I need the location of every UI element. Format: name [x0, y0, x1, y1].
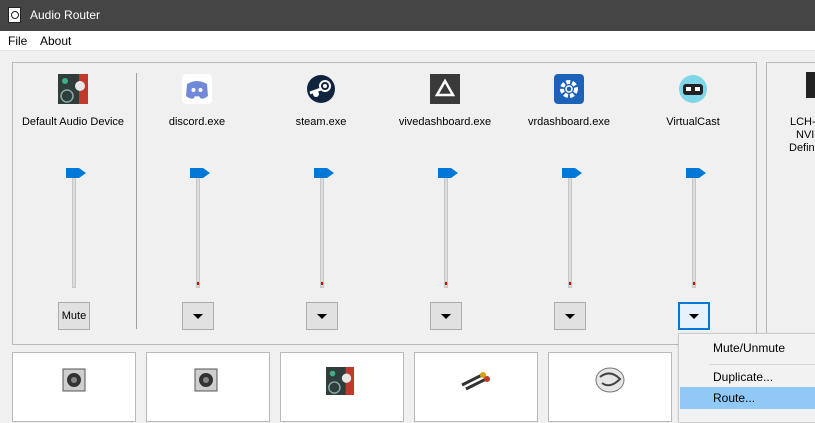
recording-device-card-4[interactable] — [414, 352, 538, 422]
recording-device-card-1[interactable] — [12, 352, 136, 422]
menu-item-mute-unmute[interactable]: Mute/Unmute — [680, 337, 815, 359]
context-menu: Mute/Unmute Duplicate... Route... — [678, 333, 815, 423]
chevron-down-icon — [689, 313, 699, 319]
virtualcast-menu-button[interactable] — [678, 302, 710, 330]
app-label-discord: discord.exe — [168, 116, 226, 128]
steam-peak-meter — [321, 282, 323, 285]
recording-device-card-3[interactable] — [280, 352, 404, 422]
default-device-mute-button[interactable]: Mute — [58, 302, 90, 330]
speaker-icon — [62, 368, 86, 392]
default-audio-device-label: Default Audio Device — [21, 116, 125, 128]
virtualcast-peak-meter — [693, 282, 695, 285]
menu-bar: File About — [0, 31, 815, 51]
right-device-label-line2: NVI — [796, 129, 815, 141]
right-device-label-line1: LCH- — [790, 116, 815, 128]
virtualcast-icon — [679, 75, 707, 103]
audio-cable-icon — [461, 372, 490, 391]
steam-menu-button[interactable] — [306, 302, 338, 330]
speaker-icon — [194, 368, 218, 392]
app-label-virtualcast: VirtualCast — [666, 116, 720, 128]
virtual-cable-icon — [595, 367, 625, 393]
app-label-steam: steam.exe — [295, 116, 347, 128]
steam-volume-slider[interactable] — [320, 174, 324, 288]
menu-separator — [709, 364, 815, 365]
chevron-down-icon — [565, 313, 575, 319]
chevron-down-icon — [193, 313, 203, 319]
vrdashboard-menu-button[interactable] — [554, 302, 586, 330]
vrdashboard-peak-meter — [569, 282, 571, 285]
app-icon — [8, 7, 21, 23]
default-device-volume-slider[interactable] — [72, 174, 76, 288]
vivedashboard-volume-slider[interactable] — [444, 174, 448, 288]
chevron-down-icon — [441, 313, 451, 319]
panel-divider — [136, 73, 137, 329]
menu-item-route[interactable]: Route... — [680, 387, 815, 409]
discord-menu-button[interactable] — [182, 302, 214, 330]
app-label-vivedashboard: vivedashboard.exe — [398, 116, 492, 128]
chevron-down-icon — [317, 313, 327, 319]
vrdashboard-volume-slider[interactable] — [568, 174, 572, 288]
vivedashboard-menu-button[interactable] — [430, 302, 462, 330]
vivedashboard-peak-meter — [445, 282, 447, 285]
vive-icon — [430, 74, 460, 104]
discord-peak-meter — [197, 282, 199, 285]
recording-device-card-5[interactable] — [548, 352, 672, 422]
steamvr-icon — [554, 74, 584, 104]
menu-about[interactable]: About — [40, 34, 71, 48]
window-title: Audio Router — [30, 8, 101, 22]
virtualcast-volume-slider[interactable] — [692, 174, 696, 288]
menu-file[interactable]: File — [8, 34, 27, 48]
default-audio-device-icon — [326, 367, 354, 395]
recording-device-card-2[interactable] — [146, 352, 270, 422]
default-audio-device-icon — [58, 74, 88, 104]
menu-item-duplicate[interactable]: Duplicate... — [680, 366, 815, 388]
discord-volume-slider[interactable] — [196, 174, 200, 288]
discord-icon — [182, 74, 212, 104]
speaker-device-icon — [806, 72, 815, 98]
right-device-panel — [766, 62, 815, 345]
right-device-label-line3: Defini — [789, 142, 815, 154]
mute-button-label: Mute — [61, 310, 87, 322]
app-label-vrdashboard: vrdashboard.exe — [528, 116, 610, 128]
steam-icon — [307, 75, 335, 103]
playback-devices-panel — [12, 62, 757, 345]
title-bar: Audio Router — [0, 0, 815, 31]
